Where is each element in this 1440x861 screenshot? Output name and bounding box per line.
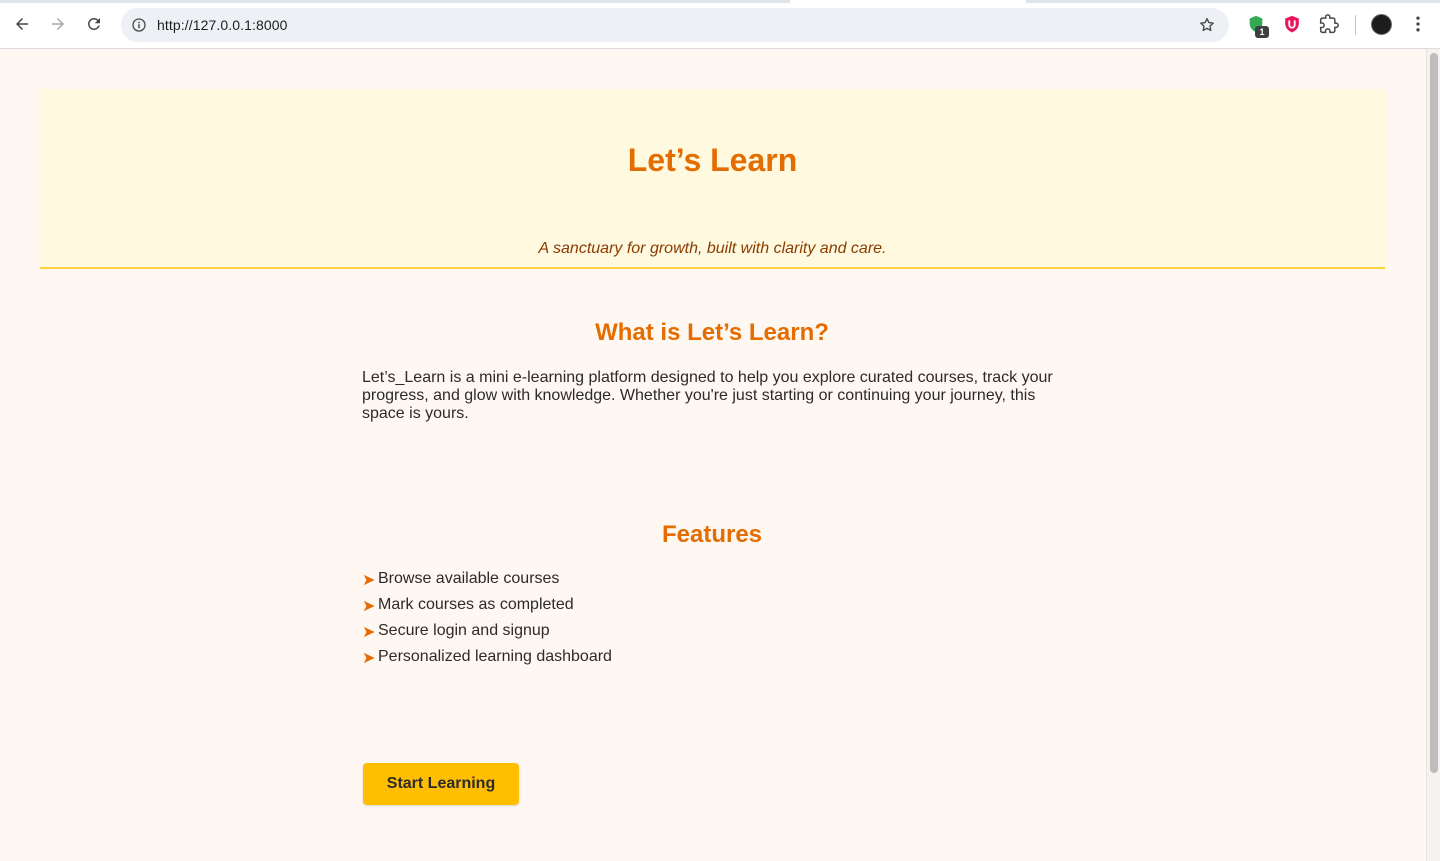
reload-button[interactable] [81, 11, 107, 37]
features-list: ➤ Browse available courses ➤ Mark courses … [362, 570, 1062, 674]
site-info-icon[interactable] [129, 15, 149, 35]
arrow-left-icon [16, 18, 28, 30]
site-tagline: A sanctuary for growth, built with clari… [538, 240, 887, 257]
toolbar-divider [1355, 15, 1356, 35]
page-viewport: Let’s Learn A sanctuary for growth, buil… [0, 49, 1426, 861]
profile-avatar[interactable] [1371, 14, 1392, 35]
scrollbar-thumb[interactable] [1430, 53, 1438, 773]
arrow-bullet-icon: ➤ [362, 650, 376, 667]
url-text: http://127.0.0.1:8000 [157, 17, 288, 33]
feature-label: Secure login and signup [378, 622, 550, 639]
about-text: Let’s_Learn is a mini e-learning platfor… [362, 369, 1053, 422]
address-bar[interactable]: http://127.0.0.1:8000 [121, 8, 1229, 42]
arrow-bullet-icon: ➤ [362, 624, 376, 641]
feature-label: Mark courses as completed [378, 596, 574, 613]
list-item: ➤ Secure login and signup [362, 622, 1062, 648]
list-item: ➤ Browse available courses [362, 570, 1062, 596]
start-learning-button[interactable]: Start Learning [363, 763, 519, 805]
feature-label: Personalized learning dashboard [378, 648, 612, 665]
site-title: Let’s Learn [627, 142, 798, 178]
vertical-scrollbar[interactable] [1426, 49, 1440, 861]
tab-strip [0, 0, 1440, 3]
reload-icon [88, 18, 100, 30]
extensions-puzzle-icon[interactable] [1318, 13, 1340, 35]
back-button[interactable] [9, 11, 35, 37]
feature-label: Browse available courses [378, 570, 560, 587]
browser-toolbar: http://127.0.0.1:8000 1 [0, 0, 1440, 49]
extension-badge: 1 [1255, 26, 1269, 38]
arrow-bullet-icon: ➤ [362, 572, 376, 589]
about-heading: What is Let’s Learn? [595, 319, 829, 346]
bookmark-star-icon[interactable] [1197, 15, 1217, 35]
menu-kebab-icon[interactable] [1407, 13, 1429, 35]
arrow-bullet-icon: ➤ [362, 598, 376, 615]
arrow-right-icon [52, 18, 64, 30]
list-item: ➤ Mark courses as completed [362, 596, 1062, 622]
list-item: ➤ Personalized learning dashboard [362, 648, 1062, 674]
forward-button[interactable] [45, 11, 71, 37]
features-heading: Features [661, 521, 763, 548]
hero-banner: Let’s Learn A sanctuary for growth, buil… [40, 89, 1385, 269]
ublock-extension-icon[interactable] [1281, 13, 1303, 35]
